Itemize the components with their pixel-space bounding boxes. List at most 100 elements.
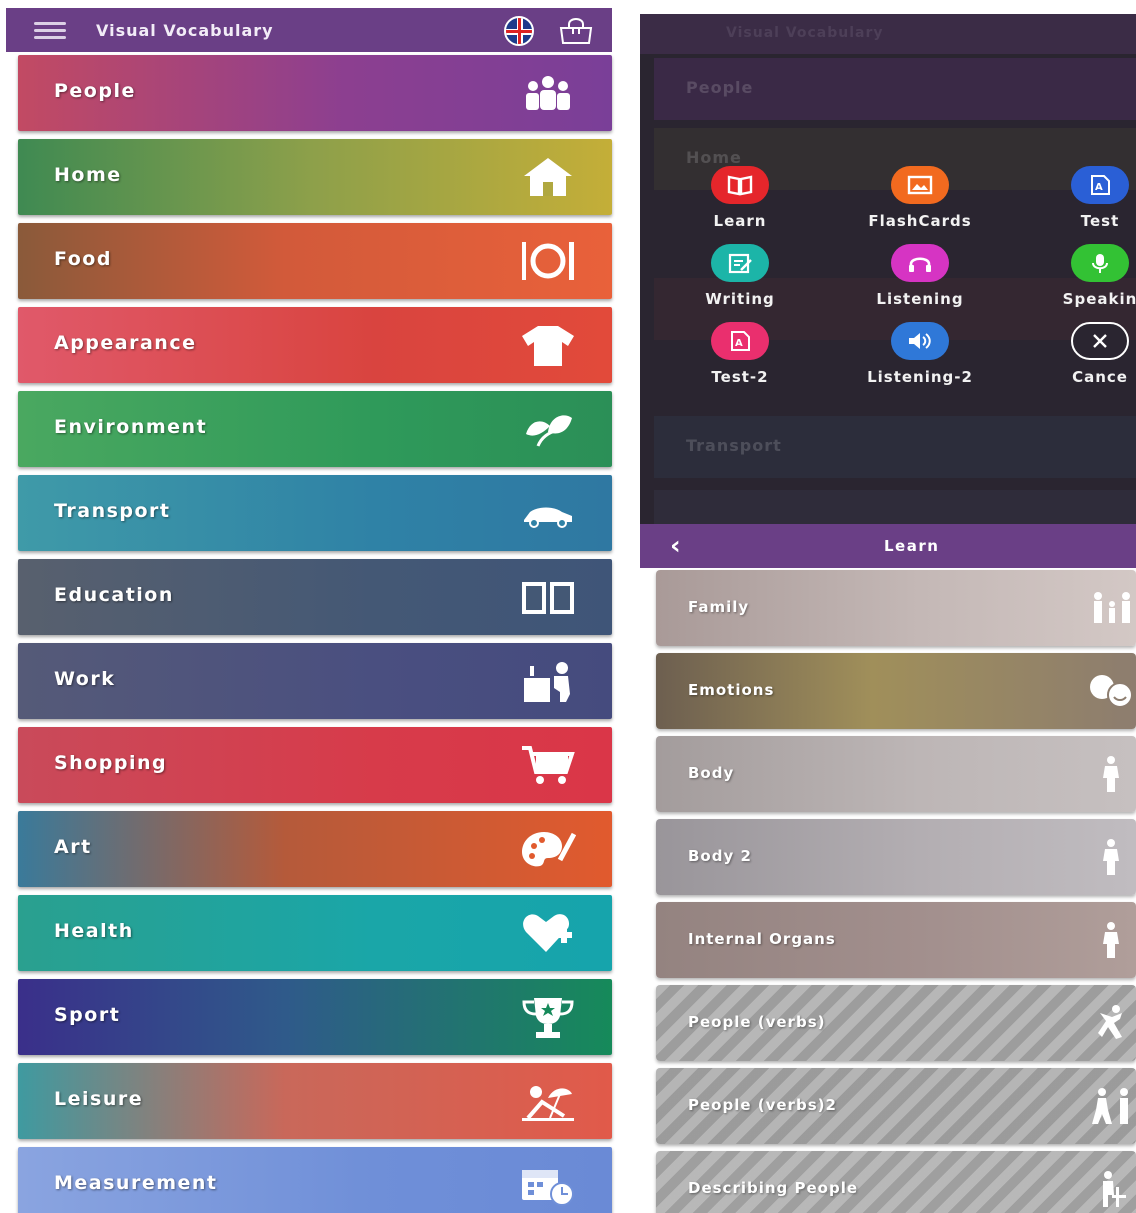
dimmed-row-label: People <box>686 78 754 97</box>
category-transport[interactable]: Transport <box>18 475 612 551</box>
beach-chair-icon <box>520 1078 576 1124</box>
uk-flag-icon[interactable] <box>504 16 534 46</box>
subcategory-emotions[interactable]: Emotions <box>656 653 1136 729</box>
speaker-icon <box>891 322 949 360</box>
category-health[interactable]: Health <box>18 895 612 971</box>
action-label: FlashCards <box>868 212 972 230</box>
subcategory-label: Family <box>688 598 750 616</box>
learn-title: Learn <box>884 537 940 555</box>
dimmed-row: Transport <box>654 416 1136 478</box>
category-label: Transport <box>54 500 171 522</box>
action-label: Speakin <box>1062 290 1136 308</box>
person-standing-icon <box>1086 920 1136 960</box>
people-walking-icon <box>1086 1086 1136 1126</box>
test-action-button[interactable]: A Test <box>1030 166 1136 230</box>
family-icon <box>1086 588 1136 628</box>
back-chevron-icon[interactable]: ‹ <box>670 531 681 561</box>
listening-2-action-button[interactable]: Listening-2 <box>850 322 990 386</box>
calendar-clock-icon <box>520 1162 576 1208</box>
action-label: Cance <box>1072 368 1128 386</box>
category-label: Leisure <box>54 1088 144 1110</box>
test-2-action-button[interactable]: A Test-2 <box>670 322 810 386</box>
subcategory-people-verbs[interactable]: People (verbs) <box>656 985 1136 1061</box>
category-shopping[interactable]: Shopping <box>18 727 612 803</box>
headphones-icon <box>891 244 949 282</box>
learn-action-button[interactable]: Learn <box>670 166 810 230</box>
action-label: Test-2 <box>711 368 769 386</box>
tshirt-icon <box>520 322 576 368</box>
category-leisure[interactable]: Leisure <box>18 1063 612 1139</box>
subcategory-people-verbs-2[interactable]: People (verbs)2 <box>656 1068 1136 1144</box>
plate-cutlery-icon <box>520 238 576 284</box>
emoji-faces-icon <box>1086 671 1136 711</box>
subcategory-label: Body 2 <box>688 847 752 865</box>
category-education[interactable]: Education <box>18 559 612 635</box>
writing-action-button[interactable]: Writing <box>670 244 810 308</box>
category-work[interactable]: Work <box>18 643 612 719</box>
svg-text:A: A <box>735 338 743 349</box>
category-art[interactable]: Art <box>18 811 612 887</box>
person-chair-icon <box>1086 1169 1136 1209</box>
dimmed-row-label: Transport <box>686 436 782 455</box>
category-label: Art <box>54 836 92 858</box>
subcategory-label: People (verbs)2 <box>688 1096 837 1114</box>
category-label: Appearance <box>54 332 197 354</box>
image-card-icon <box>891 166 949 204</box>
main-screen: Visual Vocabulary People Home Food Appea… <box>6 8 618 1213</box>
category-food[interactable]: Food <box>18 223 612 299</box>
house-icon <box>520 154 576 200</box>
category-label: Food <box>54 248 112 270</box>
desk-worker-icon <box>520 658 576 704</box>
subcategory-label: Describing People <box>688 1179 859 1197</box>
category-people[interactable]: People <box>18 55 612 131</box>
category-label: Home <box>54 164 122 186</box>
subcategory-body-2[interactable]: Body 2 <box>656 819 1136 895</box>
svg-text:A: A <box>1095 182 1103 193</box>
subcategory-family[interactable]: Family <box>656 570 1136 646</box>
subcategory-internal-organs[interactable]: Internal Organs <box>656 902 1136 978</box>
listening-action-button[interactable]: Listening <box>850 244 990 308</box>
shopping-bag-icon[interactable] <box>558 18 594 44</box>
action-label: Learn <box>713 212 767 230</box>
category-environment[interactable]: Environment <box>18 391 612 467</box>
cart-icon <box>520 742 576 788</box>
subcategory-label: People (verbs) <box>688 1013 826 1031</box>
subcategory-label: Body <box>688 764 735 782</box>
category-sport[interactable]: Sport <box>18 979 612 1055</box>
dimmed-row: People <box>654 58 1136 120</box>
action-label: Writing <box>705 290 775 308</box>
category-label: Measurement <box>54 1172 218 1194</box>
test-document-icon: A <box>711 322 769 360</box>
person-standing-icon <box>1086 754 1136 794</box>
person-standing-icon <box>1086 837 1136 877</box>
trophy-icon <box>520 994 576 1040</box>
dimmed-app-title: Visual Vocabulary <box>726 25 884 41</box>
leaves-icon <box>520 406 576 452</box>
test-document-icon: A <box>1071 166 1129 204</box>
writing-pad-icon <box>711 244 769 282</box>
dimmed-row <box>654 490 1136 524</box>
category-measurement[interactable]: Measurement <box>18 1147 612 1213</box>
app-title: Visual Vocabulary <box>96 20 274 40</box>
heart-plus-icon <box>520 910 576 956</box>
dimmed-row-label: Home <box>686 148 742 167</box>
category-label: Education <box>54 584 174 606</box>
app-bar: Visual Vocabulary <box>6 8 612 52</box>
flashcards-action-button[interactable]: FlashCards <box>850 166 990 230</box>
cancel-action-button[interactable]: Cance <box>1030 322 1136 386</box>
activity-screen: Visual Vocabulary People Home Transport … <box>640 14 1136 1213</box>
hamburger-menu-icon[interactable] <box>34 21 66 39</box>
category-appearance[interactable]: Appearance <box>18 307 612 383</box>
subcategory-describing-people[interactable]: Describing People <box>656 1151 1136 1213</box>
learn-app-bar: ‹ Learn <box>640 524 1136 568</box>
open-book-icon <box>711 166 769 204</box>
palette-icon <box>520 826 577 872</box>
action-label: Listening <box>876 290 964 308</box>
subcategory-body[interactable]: Body <box>656 736 1136 812</box>
category-home[interactable]: Home <box>18 139 612 215</box>
microphone-icon <box>1071 244 1129 282</box>
speaking-action-button[interactable]: Speakin <box>1030 244 1136 308</box>
subcategory-label: Internal Organs <box>688 930 836 948</box>
category-label: Shopping <box>54 752 168 774</box>
category-label: Health <box>54 920 134 942</box>
